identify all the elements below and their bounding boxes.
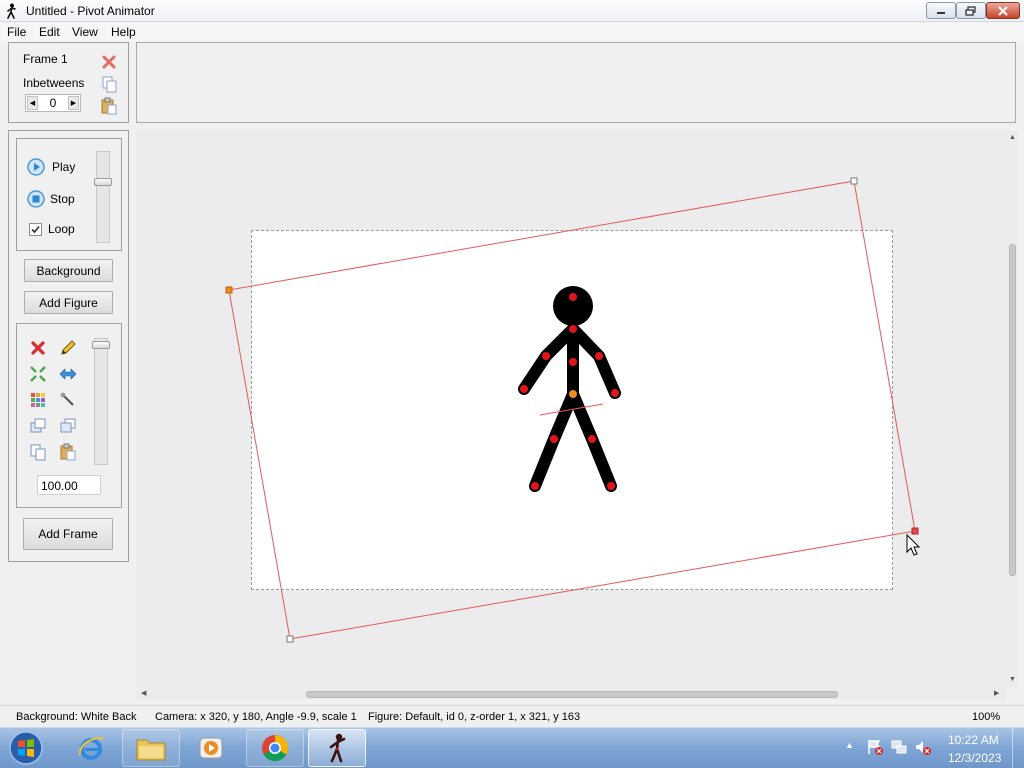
delete-frame-icon[interactable] [100, 53, 118, 71]
inbetweens-label: Inbetweens [23, 76, 85, 90]
menu-help[interactable]: Help [111, 25, 136, 39]
scale-input[interactable]: 100.00 [37, 475, 101, 495]
spinner-left-icon[interactable]: ◀ [27, 96, 38, 110]
edit-pencil-icon[interactable] [59, 339, 77, 357]
inbetweens-spinner[interactable]: ◀ 0 ▶ [25, 94, 81, 112]
delete-figure-icon[interactable] [29, 339, 47, 357]
taskbar-pivot-animator[interactable] [308, 729, 366, 767]
stop-label[interactable]: Stop [50, 192, 75, 206]
loop-checkbox[interactable] [29, 223, 42, 236]
start-button[interactable] [6, 729, 46, 767]
ie-icon [78, 737, 104, 760]
speed-slider-thumb[interactable] [94, 178, 112, 186]
status-background: Background: White Back [16, 711, 137, 723]
add-frame-button[interactable]: Add Frame [23, 518, 113, 550]
volume-muted-icon[interactable] [914, 738, 932, 756]
taskbar-chrome[interactable] [246, 729, 304, 767]
scroll-up-icon[interactable]: ▲ [1009, 134, 1016, 141]
restore-icon [965, 5, 976, 16]
add-figure-button[interactable]: Add Figure [24, 291, 113, 314]
pivot-icon [329, 733, 346, 763]
timeline-area[interactable] [136, 42, 1016, 123]
status-figure: Figure: Default, id 0, z-order 1, x 321,… [368, 711, 581, 723]
bring-front-icon[interactable] [29, 417, 47, 435]
menu-bar: File Edit View Help [0, 22, 1024, 42]
media-player-icon [199, 737, 223, 759]
pick-tool-icon[interactable] [59, 391, 77, 409]
playback-group: Play Stop Loop [16, 138, 122, 251]
controls-panel: Play Stop Loop Background Add Figure 100… [8, 130, 129, 562]
checkmark-icon [31, 225, 40, 234]
minimize-icon [937, 11, 945, 14]
network-icon[interactable] [890, 738, 908, 756]
background-button[interactable]: Background [24, 259, 113, 282]
taskbar-explorer[interactable] [122, 729, 180, 767]
play-icon[interactable] [27, 158, 45, 176]
frame-label: Frame 1 [23, 52, 68, 66]
status-zoom: 100% [972, 711, 1001, 723]
vertical-scrollbar-thumb[interactable] [1009, 244, 1016, 576]
minimize-button[interactable] [926, 2, 956, 19]
menu-view[interactable]: View [72, 25, 98, 39]
window-title: Untitled - Pivot Animator [26, 4, 155, 18]
show-desktop-button[interactable] [1012, 728, 1024, 768]
close-icon [998, 5, 1008, 16]
pivot-app-icon [7, 3, 16, 19]
chrome-icon [262, 734, 289, 762]
taskbar: ▲ [0, 727, 1024, 768]
paste-figure-icon[interactable] [59, 443, 77, 461]
send-back-icon[interactable] [59, 417, 77, 435]
start-icon [9, 731, 43, 765]
status-camera: Camera: x 320, y 180, Angle -9.9, scale … [155, 711, 357, 723]
scroll-right-icon[interactable]: ▶ [994, 689, 999, 697]
close-button[interactable] [986, 2, 1020, 19]
scroll-left-icon[interactable]: ◀ [141, 689, 146, 697]
inbetweens-value[interactable]: 0 [40, 96, 66, 110]
stop-icon[interactable] [27, 190, 45, 208]
menu-edit[interactable]: Edit [39, 25, 60, 39]
center-figure-icon[interactable] [29, 365, 47, 383]
action-center-flag-icon[interactable] [866, 738, 884, 756]
taskbar-media-player[interactable] [182, 729, 240, 767]
copy-frame-icon[interactable] [100, 75, 118, 93]
scale-slider-thumb[interactable] [92, 341, 110, 349]
scale-slider[interactable] [92, 338, 110, 465]
menu-file[interactable]: File [7, 25, 26, 39]
restore-button[interactable] [956, 2, 986, 19]
clock-date[interactable]: 12/3/2023 [948, 751, 1001, 765]
scroll-down-icon[interactable]: ▼ [1009, 676, 1016, 683]
horizontal-scrollbar-thumb[interactable] [306, 691, 838, 698]
status-bar: Background: White Back Camera: x 320, y … [0, 705, 1024, 727]
frame-panel: Frame 1 Inbetweens ◀ 0 ▶ [8, 42, 129, 123]
figure-tools-group: 100.00 [16, 323, 122, 508]
copy-figure-icon[interactable] [29, 443, 47, 461]
explorer-icon [136, 739, 166, 761]
loop-label[interactable]: Loop [48, 222, 75, 236]
play-label[interactable]: Play [52, 160, 75, 174]
spinner-right-icon[interactable]: ▶ [68, 96, 79, 110]
color-grid-icon[interactable] [29, 391, 47, 409]
flip-figure-icon[interactable] [59, 365, 77, 383]
show-hidden-icons-icon[interactable]: ▲ [845, 740, 854, 750]
stage-canvas[interactable] [251, 230, 893, 590]
speed-slider[interactable] [94, 151, 112, 243]
taskbar-ie[interactable] [62, 729, 120, 767]
clock-time[interactable]: 10:22 AM [948, 733, 999, 747]
title-bar: Untitled - Pivot Animator [0, 0, 1024, 22]
paste-frame-icon[interactable] [100, 97, 118, 115]
